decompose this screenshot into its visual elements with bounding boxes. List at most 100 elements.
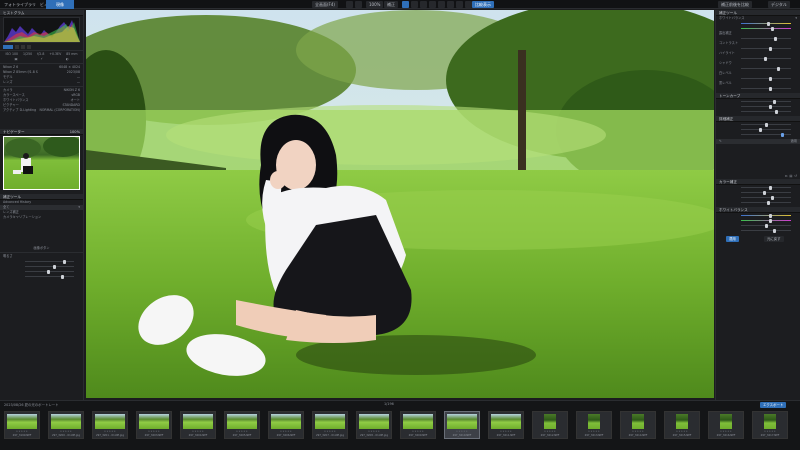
green-channel-icon[interactable] <box>21 44 25 49</box>
filmstrip-thumb[interactable]: ★★★★★ 297_3214.NEF <box>620 411 656 439</box>
rating-stars[interactable]: ★★★★★ <box>753 430 787 433</box>
thumb-label: 297_3203.NEF <box>144 434 164 437</box>
rating-stars[interactable]: ★★★★★ <box>709 430 743 433</box>
rating-stars[interactable]: ★★★★★ <box>621 430 655 433</box>
filmstrip-thumb[interactable]: ★★★★★ 297_3208 - 01.NE.jpg <box>356 411 392 439</box>
digital-button[interactable]: デジタル <box>768 1 790 8</box>
rating-stars[interactable]: ★★★★★ <box>445 430 479 433</box>
navigator-frame[interactable] <box>3 136 80 190</box>
rating-stars[interactable]: ★★★★★ <box>357 430 391 433</box>
slider-white[interactable] <box>719 76 797 81</box>
thumb-image <box>227 414 257 429</box>
filmstrip-thumb[interactable]: ★★★★★ 297_3210.NEF <box>444 411 480 439</box>
main-preview[interactable] <box>86 10 714 398</box>
paste-icon[interactable]: ▤ <box>789 174 792 179</box>
apply-button[interactable]: 適用 <box>726 236 739 242</box>
filmstrip-thumb[interactable]: ★★★★★ 297_3213.NEF <box>576 411 612 439</box>
filmstrip-thumb[interactable]: ★★★★★ 297_3211.NEF <box>488 411 524 439</box>
adjust-button[interactable]: 補正 <box>384 1 398 8</box>
filmstrip-thumb[interactable]: ★★★★★ 297_3215.NEF <box>664 411 700 439</box>
filmstrip-thumb[interactable]: ★★★★★ 297_3216.NEF <box>708 411 744 439</box>
zoom-in-icon[interactable] <box>346 1 353 8</box>
reset-button[interactable]: 元に戻す <box>764 236 784 242</box>
fit-button[interactable]: 100% <box>366 1 384 8</box>
thumb-image <box>632 414 644 429</box>
rating-stars[interactable]: ★★★★★ <box>313 430 347 433</box>
rating-stars[interactable]: ★★★★★ <box>137 430 171 433</box>
rating-stars[interactable]: ★★★★★ <box>269 430 303 433</box>
rating-stars[interactable]: ★★★★★ <box>181 430 215 433</box>
thumb-label: 297_3204.NEF <box>188 434 208 437</box>
thumb-image <box>720 414 732 429</box>
filmstrip-thumb[interactable]: ★★★★★ 297_3206.NEF <box>268 411 304 439</box>
histogram-graph <box>4 20 80 42</box>
crop-icon[interactable] <box>402 1 409 8</box>
filmstrip-thumb[interactable]: ★★★★★ 297_3201 - 01.NE.jpg <box>92 411 128 439</box>
thumb-image <box>271 414 301 429</box>
navigator-header[interactable]: ナビゲーター 100% <box>0 129 83 135</box>
compare-button[interactable]: 比較表示 <box>472 1 494 8</box>
slider-all[interactable] <box>719 200 797 205</box>
filmstrip-thumb[interactable]: ★★★★★ 297_3203.NEF <box>136 411 172 439</box>
spot-icon[interactable] <box>429 1 436 8</box>
thumb-image <box>359 414 389 429</box>
tab-develop[interactable]: 現像 <box>46 0 74 9</box>
navigator-preview[interactable] <box>3 136 80 190</box>
grid-icon[interactable] <box>465 1 472 8</box>
blue-channel-icon[interactable] <box>27 44 31 49</box>
thumb-label: 297_3209.NEF <box>408 434 428 437</box>
meta-row: アクティブ D-Lighting NORMAL (CORPORATION) <box>3 108 80 112</box>
thumb-image <box>51 414 81 429</box>
eyedropper-icon[interactable] <box>447 1 454 8</box>
right-panel: 補正ツール ホワイトバランス ▾ 露出補正 コントラスト ハイライト シャドウ 白… <box>715 10 800 400</box>
filmstrip-thumb[interactable]: ★★★★★ 297_3204.NEF <box>180 411 216 439</box>
rating-stars[interactable]: ★★★★★ <box>5 430 39 433</box>
rotate-icon[interactable] <box>411 1 418 8</box>
left-slider[interactable] <box>3 274 80 279</box>
rating-stars[interactable]: ★★★★★ <box>49 430 83 433</box>
filmstrip-thumb[interactable]: ★★★★★ 297_3207 - 01.NE.jpg <box>312 411 348 439</box>
reset-icon[interactable]: ↺ <box>794 174 797 179</box>
slider-highlight[interactable] <box>719 56 797 61</box>
rating-stars[interactable]: ★★★★★ <box>489 430 523 433</box>
thumb-label: 297_3217.NEF <box>760 434 780 437</box>
rating-stars[interactable]: ★★★★★ <box>577 430 611 433</box>
slider-exposure[interactable] <box>719 36 797 41</box>
rating-stars[interactable]: ★★★★★ <box>665 430 699 433</box>
filmstrip-thumb[interactable]: ★★★★★ 297_3209.NEF <box>400 411 436 439</box>
brush-icon[interactable] <box>420 1 427 8</box>
rating-stars[interactable]: ★★★★★ <box>401 430 435 433</box>
flash-icon: ⚡ <box>40 57 43 61</box>
filmstrip-thumb[interactable]: ★★★★★ 297_3212.NEF <box>532 411 568 439</box>
thumb-image <box>183 414 213 429</box>
thumb-label: 297_3207 - 01.NE.jpg <box>316 434 344 437</box>
export-button[interactable]: エクスポート <box>760 402 787 408</box>
thumb-label: 297_3211.NEF <box>496 434 516 437</box>
mask-icon[interactable] <box>456 1 463 8</box>
slider-contrast[interactable] <box>719 46 797 51</box>
rating-stars[interactable]: ★★★★★ <box>225 430 259 433</box>
rating-stars[interactable]: ★★★★★ <box>93 430 127 433</box>
slider-luminance[interactable] <box>719 132 797 137</box>
filmstrip-thumb[interactable]: ★★★★★ 297_3199.NEF <box>4 411 40 439</box>
filmstrip-thumb[interactable]: ★★★★★ 297_3217.NEF <box>752 411 788 439</box>
copy-icon[interactable]: ⧉ <box>785 174 787 179</box>
red-channel-icon[interactable] <box>15 44 19 49</box>
edit-tools <box>402 1 481 8</box>
rgb-channel-icon[interactable] <box>3 44 13 49</box>
zoom-out-icon[interactable] <box>355 1 362 8</box>
slider-tint[interactable] <box>719 26 797 31</box>
histogram <box>3 17 80 43</box>
before-after-button[interactable]: 補正前後を比較 <box>718 1 752 8</box>
tab-library[interactable]: フォトライブラリ <box>0 0 40 9</box>
slider-black[interactable] <box>719 86 797 91</box>
slider-con2[interactable] <box>719 228 797 233</box>
histogram-header[interactable]: ヒストグラム <box>0 10 83 16</box>
slider-shadow[interactable] <box>719 66 797 71</box>
filmstrip-thumb[interactable]: ★★★★★ 297_3205.NEF <box>224 411 260 439</box>
rating-stars[interactable]: ★★★★★ <box>533 430 567 433</box>
slider-vibrance[interactable] <box>719 109 797 114</box>
filmstrip-thumb[interactable]: ★★★★★ 297_3200 - 01.NE.jpg <box>48 411 84 439</box>
gradient-icon[interactable] <box>438 1 445 8</box>
fullscreen-button[interactable]: 全画面(F4) <box>312 1 338 8</box>
